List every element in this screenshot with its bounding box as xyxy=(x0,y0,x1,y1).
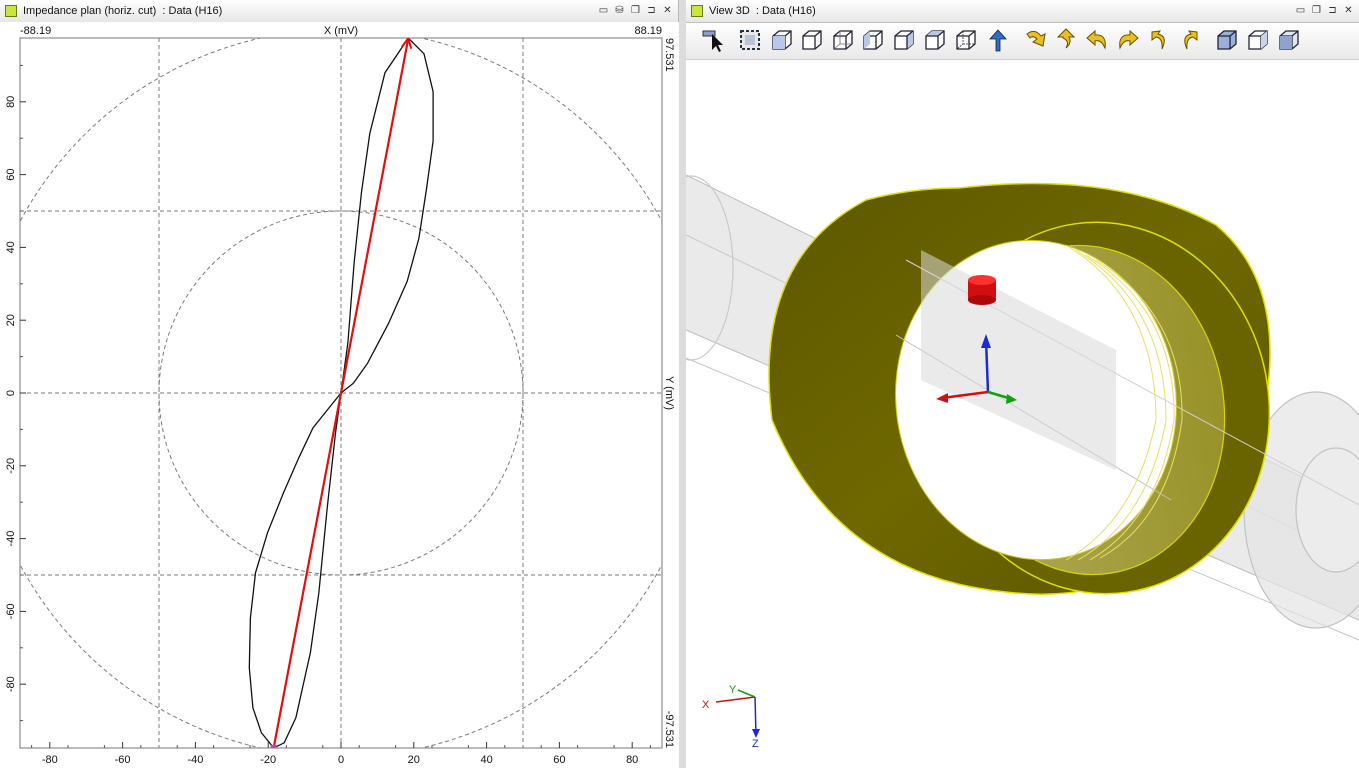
minimize-icon[interactable]: ▭ xyxy=(1294,4,1307,17)
rotate-right-icon[interactable] xyxy=(1114,26,1142,54)
y-min-label: -97.531 xyxy=(663,711,675,748)
y-tick-label: -40 xyxy=(5,531,17,547)
wireframe-cube-icon[interactable] xyxy=(1244,26,1272,54)
impedance-plan-window: Impedance plan (horiz. cut) : Data (H16)… xyxy=(0,0,679,768)
x-tick-label: -80 xyxy=(42,754,58,766)
view-3d-canvas[interactable]: X Y Z xyxy=(686,60,1359,768)
triad-z-label: Z xyxy=(752,738,759,750)
pin-icon[interactable]: ⊐ xyxy=(645,4,658,17)
view-3d-title: View 3D : Data (H16) xyxy=(709,5,816,17)
rotate-up-icon[interactable] xyxy=(1052,26,1080,54)
y-axis-label: Y (mV) xyxy=(663,376,675,410)
y-max-label: 97.531 xyxy=(663,38,675,72)
close-icon[interactable]: ✕ xyxy=(1342,4,1355,17)
minimize-icon[interactable]: ▭ xyxy=(597,4,610,17)
view-back-cube-icon[interactable] xyxy=(829,26,857,54)
db-icon[interactable]: ⛁ xyxy=(613,4,626,17)
pin-icon[interactable]: ⊐ xyxy=(1326,4,1339,17)
view-3d-titlebar[interactable]: View 3D : Data (H16) ▭ ❐ ⊐ ✕ xyxy=(686,0,1359,23)
undo-rotate-icon[interactable] xyxy=(1145,26,1173,54)
view-3d-window: View 3D : Data (H16) ▭ ❐ ⊐ ✕ X Y Z xyxy=(686,0,1359,768)
x-tick-label: 40 xyxy=(480,754,492,766)
restore-icon[interactable]: ❐ xyxy=(629,4,642,17)
x-tick-label: 0 xyxy=(338,754,344,766)
up-arrow-icon[interactable] xyxy=(984,26,1012,54)
y-tick-label: -20 xyxy=(5,458,17,474)
x-tick-label: -40 xyxy=(187,754,203,766)
x-axis-label: X (mV) xyxy=(324,25,358,37)
close-icon[interactable]: ✕ xyxy=(661,4,674,17)
y-tick-label: 40 xyxy=(5,241,17,253)
view-front-cube-icon[interactable] xyxy=(798,26,826,54)
view-left-cube-icon[interactable] xyxy=(859,26,887,54)
y-tick-label: 60 xyxy=(5,168,17,180)
window-color-icon xyxy=(5,5,17,17)
view-top-cube-icon[interactable] xyxy=(921,26,949,54)
y-tick-label: 20 xyxy=(5,314,17,326)
x-tick-label: -20 xyxy=(260,754,276,766)
impedance-plan-title: Impedance plan (horiz. cut) : Data (H16) xyxy=(23,5,223,17)
x-tick-label: 60 xyxy=(553,754,565,766)
triad-x-label: X xyxy=(702,699,710,711)
y-tick-label: -60 xyxy=(5,603,17,619)
y-tick-label: 80 xyxy=(5,96,17,108)
view-right-cube-icon[interactable] xyxy=(890,26,918,54)
x-min-label: -88.19 xyxy=(20,25,51,37)
x-tick-label: 20 xyxy=(408,754,420,766)
panel-splitter[interactable] xyxy=(679,0,686,768)
scene-3d[interactable]: X Y Z xyxy=(686,60,1359,768)
window-color-icon xyxy=(691,5,703,17)
rotate-left-icon[interactable] xyxy=(1083,26,1111,54)
view-bottom-cube-icon[interactable] xyxy=(952,26,980,54)
triad-y-label: Y xyxy=(729,684,737,696)
impedance-plot[interactable]: -80 -60 -40 -20 0 20 40 60 80 -80 -60 -40 -20 0 20 40 60… xyxy=(0,22,679,768)
view-3d-toolbar xyxy=(686,23,1359,60)
x-max-label: 88.19 xyxy=(634,25,662,37)
zoom-fit-icon[interactable] xyxy=(736,26,764,54)
x-tick-label: -60 xyxy=(115,754,131,766)
x-tick-label: 80 xyxy=(626,754,638,766)
view-iso-cube-icon[interactable] xyxy=(768,26,796,54)
shaded-cube-icon[interactable] xyxy=(1213,26,1241,54)
redo-rotate-icon[interactable] xyxy=(1176,26,1204,54)
probe-sensor xyxy=(968,275,996,305)
y-tick-label: -80 xyxy=(5,676,17,692)
hidden-line-cube-icon[interactable] xyxy=(1275,26,1303,54)
select-arrow-icon[interactable] xyxy=(700,26,728,54)
y-tick-label: 0 xyxy=(5,390,17,396)
rotate-down-icon[interactable] xyxy=(1021,26,1049,54)
impedance-plan-titlebar[interactable]: Impedance plan (horiz. cut) : Data (H16)… xyxy=(0,0,678,23)
restore-icon[interactable]: ❐ xyxy=(1310,4,1323,17)
